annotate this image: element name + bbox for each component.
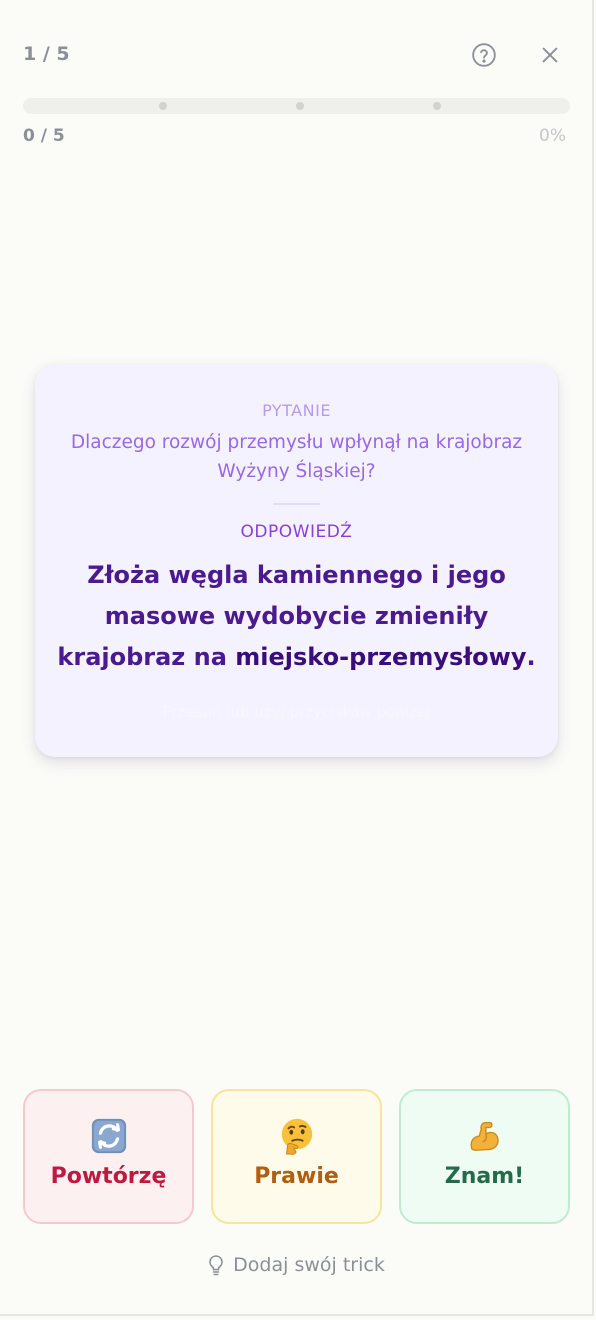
- repeat-arrows-icon: [89, 1117, 129, 1155]
- progress-milestone: [433, 102, 441, 110]
- card-divider: [273, 503, 320, 505]
- almost-label: Prawie: [254, 1164, 339, 1189]
- question-label: PYTANIE: [262, 401, 331, 420]
- close-button[interactable]: [533, 38, 567, 72]
- repeat-label: Powtórzę: [50, 1164, 167, 1189]
- almost-button[interactable]: Prawie: [211, 1089, 382, 1224]
- lightbulb-icon: [207, 1254, 225, 1276]
- progress-milestone: [296, 102, 304, 110]
- progress-percent: 0%: [539, 126, 566, 146]
- answer-text-end: .: [526, 643, 536, 671]
- know-label: Znam!: [444, 1164, 525, 1189]
- flashcard-screen: 1 / 5 0 / 5 0% PYTANIE Dlaczego rozwój p…: [0, 0, 594, 1316]
- swipe-hint: Przesuń lub użyj przycisków poniżej: [162, 703, 431, 721]
- progress-bar: [23, 98, 570, 114]
- know-button[interactable]: Znam!: [399, 1089, 570, 1224]
- flashcard[interactable]: PYTANIE Dlaczego rozwój przemysłu wpłyną…: [35, 364, 558, 757]
- answer-text: Złoża węgla kamiennego i jego masowe wyd…: [55, 555, 538, 678]
- answer-keyword: miejsko-przemysłowy: [235, 643, 527, 671]
- help-button[interactable]: [467, 38, 501, 72]
- add-trick-button[interactable]: Dodaj swój trick: [0, 1254, 592, 1276]
- close-icon: [542, 47, 558, 63]
- flexed-biceps-icon: [465, 1117, 505, 1155]
- progress-count: 0 / 5: [23, 126, 65, 146]
- question-text: Dlaczego rozwój przemysłu wpłynął na kra…: [70, 432, 523, 482]
- help-circle-icon: [472, 43, 496, 67]
- answer-label: ODPOWIEDŹ: [240, 522, 353, 542]
- progress-milestone: [159, 102, 167, 110]
- thinking-face-icon: [277, 1117, 317, 1155]
- repeat-button[interactable]: Powtórzę: [23, 1089, 194, 1224]
- add-trick-label: Dodaj swój trick: [233, 1254, 385, 1276]
- card-counter: 1 / 5: [23, 43, 70, 65]
